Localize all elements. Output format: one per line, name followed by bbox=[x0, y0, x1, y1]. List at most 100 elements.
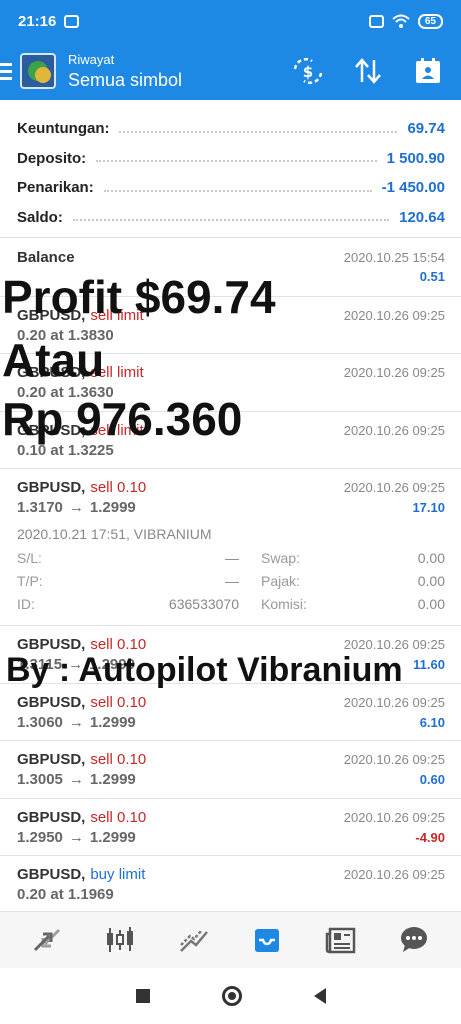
summary-label: Keuntungan: bbox=[17, 120, 110, 138]
overlay-author-text: By : Autopilot Vibranium bbox=[6, 651, 403, 689]
deal-date: 2020.10.26 09:25 bbox=[343, 307, 445, 323]
open-price: 1.3170 bbox=[17, 499, 63, 516]
deal-symbol: Balance bbox=[17, 249, 75, 266]
news-icon[interactable] bbox=[321, 920, 361, 960]
summary-deposit-row: Deposito: 1 500.90 bbox=[17, 144, 445, 174]
leader-dots bbox=[103, 189, 372, 192]
tp-label: T/P: bbox=[17, 573, 43, 589]
deal-date: 2020.10.26 09:25 bbox=[343, 637, 445, 652]
arrow-icon: → bbox=[68, 713, 84, 731]
leader-dots bbox=[96, 160, 377, 163]
deal-side: buy limit bbox=[90, 866, 146, 883]
swap-value: 0.00 bbox=[417, 550, 445, 566]
summary-label: Saldo: bbox=[17, 208, 63, 226]
recent-apps-icon[interactable] bbox=[135, 989, 150, 1003]
deal-profit: 0.60 bbox=[419, 772, 445, 787]
deal-profit: 17.10 bbox=[412, 500, 445, 515]
deal-symbol: GBPUSD, bbox=[17, 808, 86, 826]
leader-dots bbox=[72, 219, 390, 222]
deal-profit: 11.60 bbox=[413, 657, 445, 672]
swap-label: Swap: bbox=[261, 550, 300, 566]
svg-text:$: $ bbox=[303, 63, 313, 81]
trade-icon[interactable] bbox=[174, 920, 214, 960]
sort-icon[interactable] bbox=[351, 54, 385, 88]
screen-title[interactable]: Semua simbol bbox=[68, 70, 182, 91]
status-time: 21:16 bbox=[18, 12, 57, 30]
app-bar: Riwayat Semua simbol $ bbox=[0, 42, 461, 100]
tp-value: — bbox=[225, 573, 239, 589]
deal-row[interactable]: GBPUSD, sell 0.10 2020.10.26 09:25 1.306… bbox=[0, 684, 461, 741]
deal-symbol: GBPUSD, bbox=[17, 751, 86, 768]
wifi-icon bbox=[392, 14, 410, 28]
chat-icon[interactable] bbox=[394, 920, 434, 960]
arrow-icon: → bbox=[68, 771, 84, 788]
open-price: 1.2950 bbox=[17, 828, 63, 846]
deal-date: 2020.10.26 09:25 bbox=[343, 694, 445, 710]
summary-value: -1 450.00 bbox=[381, 179, 445, 197]
id-value: 636533070 bbox=[168, 596, 239, 612]
overlay-or-text: Atau bbox=[2, 334, 105, 386]
screen-subtitle: Riwayat bbox=[68, 51, 115, 67]
deal-date: 2020.10.26 09:25 bbox=[343, 867, 445, 882]
commission-value: 0.00 bbox=[417, 596, 445, 612]
close-price: 1.2999 bbox=[89, 713, 136, 731]
chart-icon[interactable] bbox=[100, 920, 140, 960]
id-label: ID: bbox=[17, 596, 35, 612]
close-price: 1.2999 bbox=[89, 828, 136, 846]
close-price: 1.2999 bbox=[89, 771, 136, 788]
summary-balance-row: Saldo: 120.64 bbox=[17, 203, 445, 233]
summary-value: 120.64 bbox=[399, 208, 445, 226]
deal-date: 2020.10.26 09:25 bbox=[343, 809, 445, 825]
deal-profit: -4.90 bbox=[415, 829, 445, 845]
app-logo bbox=[20, 53, 56, 89]
deal-detail: 0.20 at 1.1969 bbox=[17, 886, 114, 903]
deal-row[interactable]: GBPUSD, sell 0.10 2020.10.26 09:25 1.295… bbox=[0, 799, 461, 856]
deal-details: 2020.10.21 17:51, VIBRANIUM S/L: — Swap: 0… bbox=[17, 526, 445, 612]
status-bar: 21:16 65 bbox=[0, 0, 461, 42]
overlay-profit-text: Profit $69.74 bbox=[2, 271, 276, 323]
tax-value: 0.00 bbox=[417, 573, 445, 589]
summary-label: Penarikan: bbox=[17, 179, 94, 197]
close-price: 1.2999 bbox=[89, 499, 136, 516]
calendar-icon[interactable] bbox=[411, 54, 445, 88]
deal-symbol: GBPUSD, bbox=[17, 866, 86, 883]
summary-value: 1 500.90 bbox=[386, 149, 445, 167]
sim-icon bbox=[368, 14, 384, 28]
deal-side: sell 0.10 bbox=[90, 808, 147, 826]
deal-side: sell 0.10 bbox=[90, 479, 147, 496]
currency-exchange-icon[interactable]: $ bbox=[291, 54, 325, 88]
deal-row[interactable]: GBPUSD, buy limit 2020.10.26 09:25 0.20 … bbox=[0, 856, 461, 914]
deal-symbol: GBPUSD, bbox=[17, 693, 86, 711]
deal-side: sell 0.10 bbox=[90, 693, 147, 711]
summary-withdrawal-row: Penarikan: -1 450.00 bbox=[17, 173, 445, 203]
history-icon[interactable] bbox=[247, 920, 287, 960]
deal-date: 2020.10.26 09:25 bbox=[343, 365, 445, 380]
deal-profit: 0.51 bbox=[419, 269, 445, 284]
deal-date: 2020.10.26 09:25 bbox=[343, 752, 445, 767]
deal-meta: 2020.10.21 17:51, VIBRANIUM bbox=[17, 526, 212, 542]
open-price: 1.3060 bbox=[17, 713, 63, 731]
deal-date: 2020.10.26 09:25 bbox=[343, 480, 445, 495]
deal-row[interactable]: GBPUSD, sell 0.10 2020.10.26 09:25 1.300… bbox=[0, 741, 461, 799]
bottom-navigation bbox=[0, 911, 461, 968]
quotes-icon[interactable] bbox=[27, 920, 67, 960]
deal-date: 2020.10.26 09:25 bbox=[343, 422, 445, 438]
notification-icon bbox=[64, 14, 80, 28]
deal-symbol: GBPUSD, bbox=[17, 479, 86, 496]
menu-icon[interactable] bbox=[0, 62, 12, 80]
deal-row-expanded[interactable]: GBPUSD, sell 0.10 2020.10.26 09:25 1.317… bbox=[0, 469, 461, 626]
sl-value: — bbox=[225, 550, 239, 566]
deal-profit: 6.10 bbox=[419, 714, 445, 730]
open-price: 1.3005 bbox=[17, 771, 63, 788]
system-navigation bbox=[0, 968, 461, 1024]
overlay-rupiah-text: Rp 976.360 bbox=[2, 393, 243, 445]
arrow-icon: → bbox=[68, 499, 84, 516]
deal-side: sell 0.10 bbox=[90, 751, 147, 768]
back-icon[interactable] bbox=[313, 988, 326, 1004]
leader-dots bbox=[119, 130, 398, 133]
home-icon[interactable] bbox=[221, 986, 242, 1006]
summary-label: Deposito: bbox=[17, 149, 87, 167]
history-summary: Keuntungan: 69.74 Deposito: 1 500.90 Pen… bbox=[0, 100, 461, 238]
summary-profit-row: Keuntungan: 69.74 bbox=[17, 114, 445, 144]
tax-label: Pajak: bbox=[261, 573, 300, 589]
